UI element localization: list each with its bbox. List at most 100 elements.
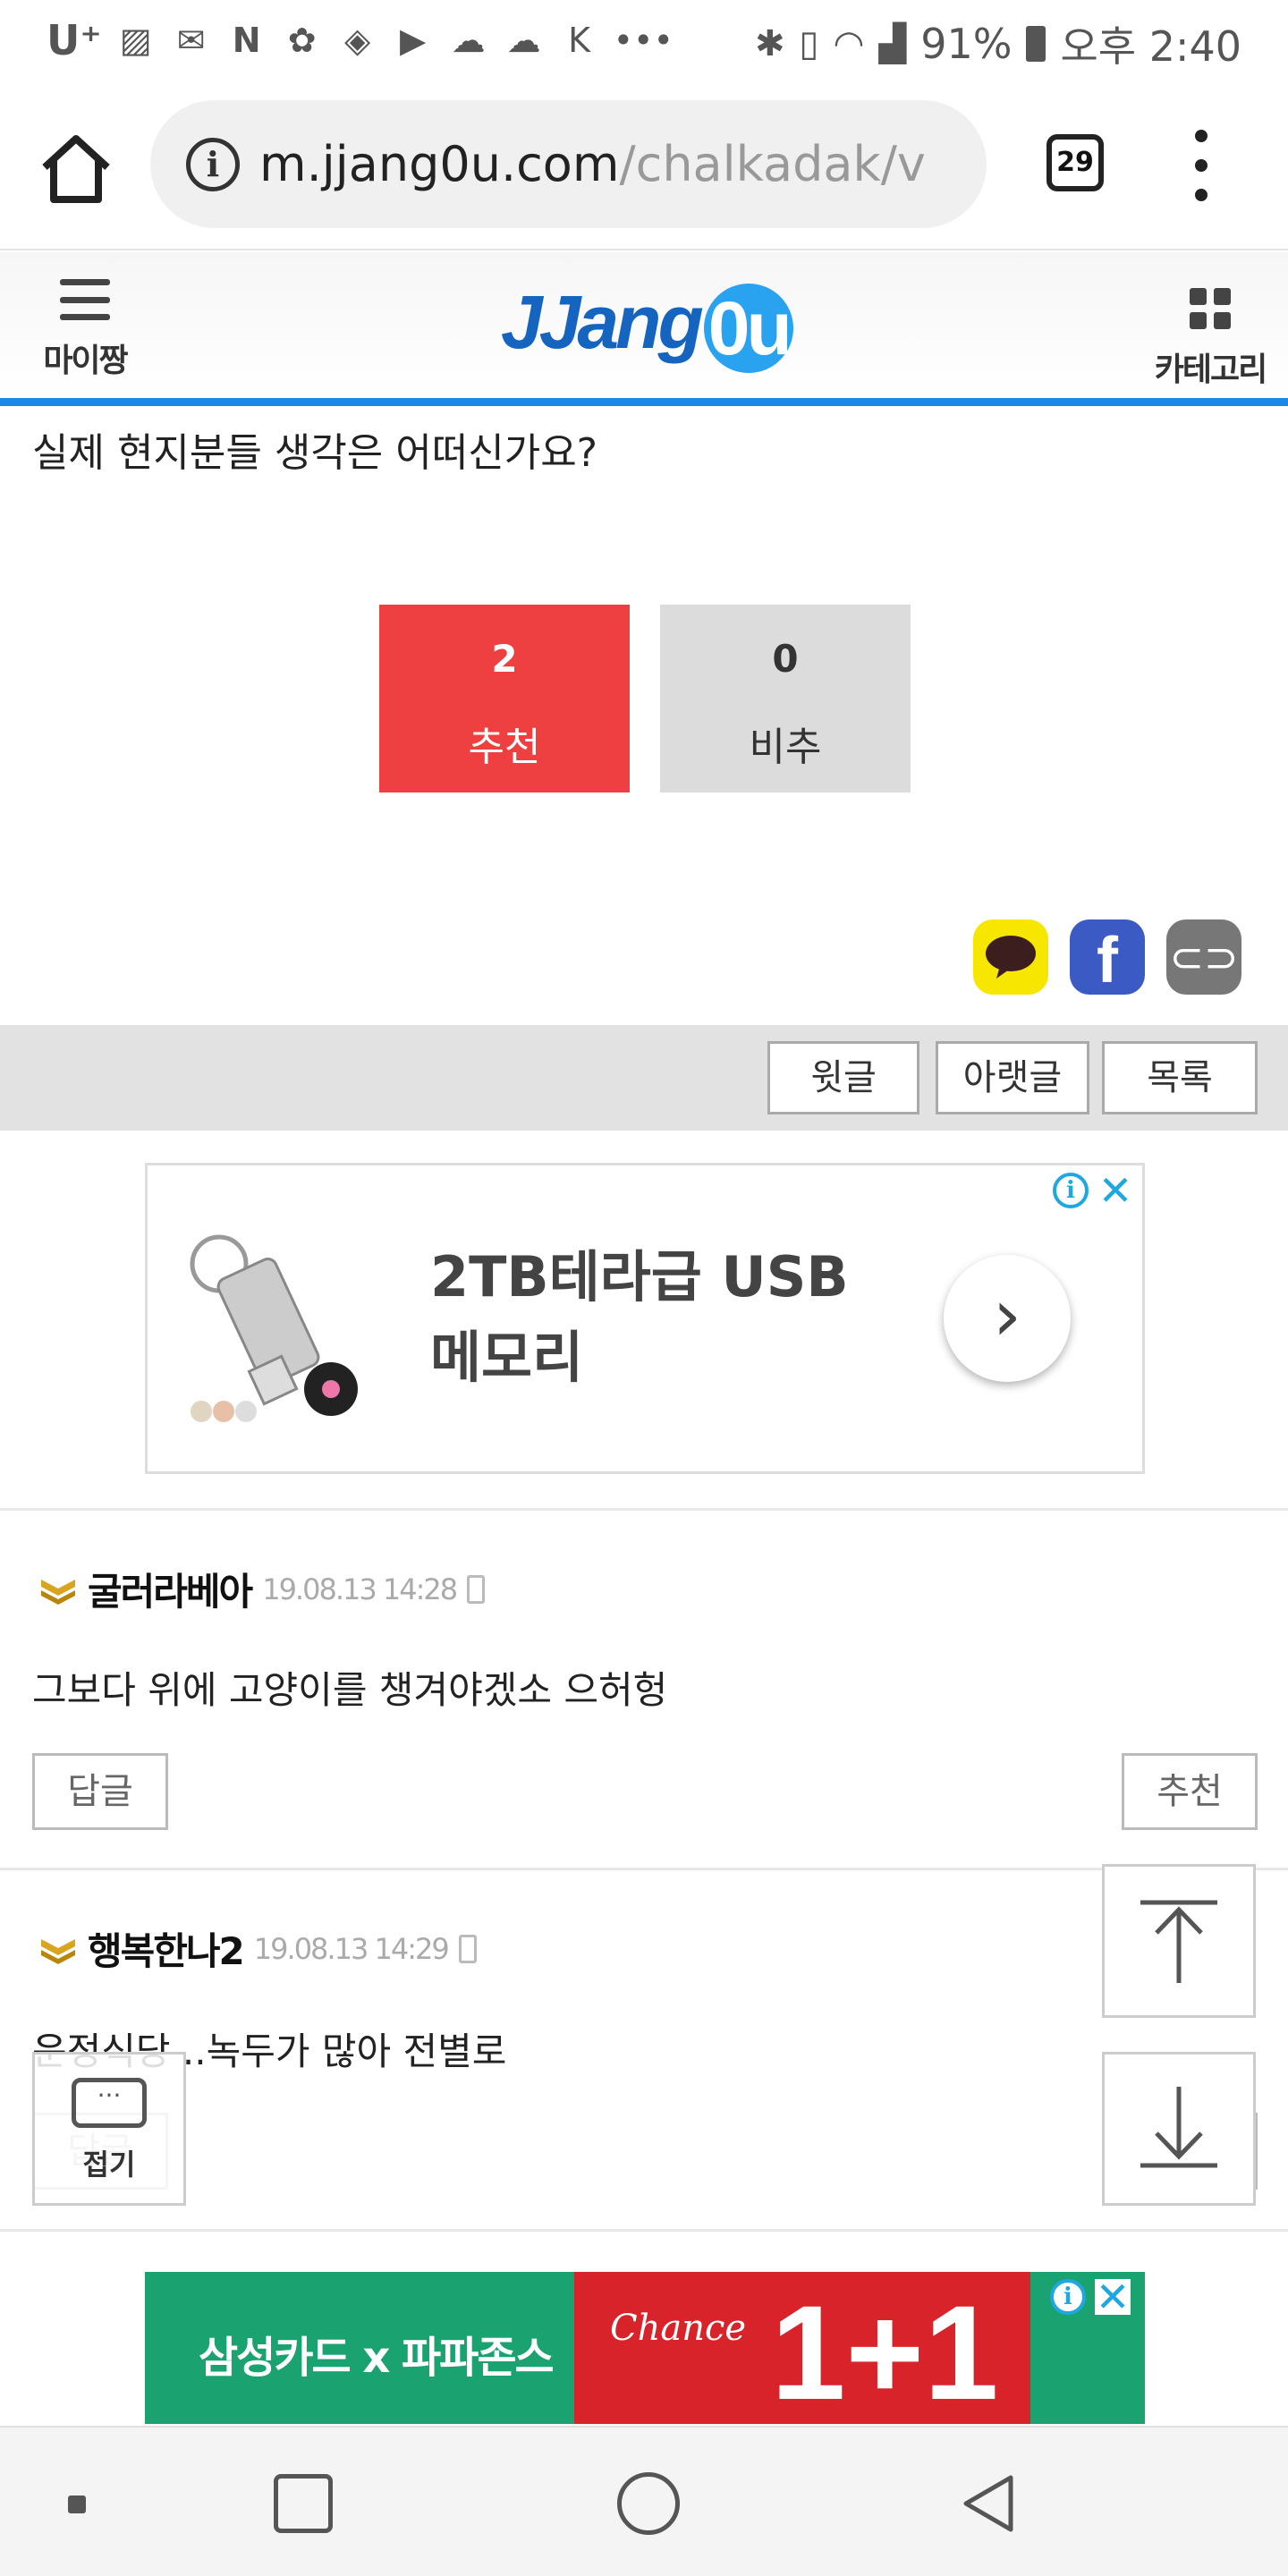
comment-header: 행복한나2 19.08.13 14:29 xyxy=(39,1921,477,1976)
site-logo[interactable]: JJang 0u xyxy=(501,279,793,373)
ad-info-icon[interactable]: i xyxy=(1053,1173,1089,1208)
post-navigation: 윗글 아랫글 목록 xyxy=(0,1025,1288,1131)
home-button[interactable] xyxy=(36,130,116,210)
ad-close-icon[interactable]: ✕ xyxy=(1097,1170,1133,1211)
address-bar[interactable]: i m.jjang0u.com/chalkadak/v xyxy=(150,100,987,228)
home-nav-button[interactable] xyxy=(617,2472,680,2535)
naver-icon: N xyxy=(232,21,261,60)
chevron-right-icon[interactable]: › xyxy=(944,1255,1071,1382)
info-icon[interactable]: i xyxy=(186,137,240,191)
list-button[interactable]: 목록 xyxy=(1102,1041,1258,1114)
next-post-button[interactable]: 아랫글 xyxy=(936,1041,1089,1114)
unrecommend-count: 0 xyxy=(772,637,799,681)
divider xyxy=(0,2229,1288,2232)
maps-icon: ◈ xyxy=(344,21,371,60)
rank-badge-icon xyxy=(41,1579,75,1605)
status-right-icons: ✱ ▯ ◠ ▟ 91% 오후 2:40 xyxy=(755,14,1241,73)
ad2-promo-panel: Chance 1+1 xyxy=(574,2272,1030,2424)
play-store-icon: ▶ xyxy=(400,21,427,60)
copy-link-button[interactable]: ⊂⊃ xyxy=(1166,919,1241,995)
menu-dot-icon xyxy=(1195,159,1208,172)
recent-apps-button[interactable] xyxy=(274,2474,333,2533)
comment-date: 19.08.13 14:29 xyxy=(253,1931,450,1966)
notification-icon: ✿ xyxy=(287,21,317,60)
menu-dot-icon xyxy=(1195,189,1208,201)
browser-menu-button[interactable] xyxy=(1185,130,1217,201)
comment-date: 19.08.13 14:28 xyxy=(262,1572,458,1606)
recommend-label: 추천 xyxy=(468,724,541,770)
ad-banner-usb[interactable]: 2TB테라급 USB 메모리 › i ✕ xyxy=(145,1163,1145,1474)
wifi-icon: ◠ xyxy=(833,23,865,64)
more-notifications-icon: ••• xyxy=(613,21,674,60)
battery-icon xyxy=(1026,26,1046,62)
url-host: m.jjang0u.com xyxy=(259,136,620,192)
my-menu-button[interactable]: 마이짱 xyxy=(36,279,134,381)
ad-banner-papajohns[interactable]: 삼성카드 x 파파존스 Chance 1+1 i ✕ xyxy=(145,2272,1145,2424)
category-label: 카테고리 xyxy=(1154,352,1267,388)
ad-headline: 2TB테라급 USB 메모리 xyxy=(430,1237,849,1398)
signal-icon: ▟ xyxy=(878,23,907,64)
kakao-bubble-icon xyxy=(986,936,1036,979)
arrow-down-icon xyxy=(1140,2087,1217,2168)
vibrate-icon: ▯ xyxy=(799,23,819,64)
article-body-text: 실제 현지분들 생각은 어떠신가요? xyxy=(32,430,598,476)
recommend-button[interactable]: 2 추천 xyxy=(379,605,630,792)
comment-recommend-button[interactable]: 추천 xyxy=(1122,1753,1258,1830)
image-icon: ▨ xyxy=(119,21,152,60)
logo-circle: 0u xyxy=(703,283,793,373)
status-bar: U⁺ ▨ ✉ N ✿ ◈ ▶ ☁ ☁ K ••• ✱ ▯ ◠ ▟ 91% 오후 … xyxy=(0,0,1288,80)
divider xyxy=(0,1508,1288,1511)
logo-text: JJang xyxy=(501,280,704,364)
scroll-top-button[interactable] xyxy=(1102,1864,1256,2018)
site-header: 마이짱 JJang 0u 카테고리 xyxy=(0,252,1288,406)
system-navigation-bar xyxy=(0,2426,1288,2576)
facebook-share-button[interactable]: f xyxy=(1070,919,1145,996)
comment-header: 굴러라베아 19.08.13 14:28 xyxy=(39,1562,486,1616)
cloud-icon: ☁ xyxy=(451,21,486,60)
comment-author[interactable]: 행복한나2 xyxy=(88,1921,245,1976)
hamburger-icon xyxy=(60,279,110,320)
ad-info-icon[interactable]: i xyxy=(1050,2279,1086,2315)
ad-close-icon[interactable]: ✕ xyxy=(1095,2276,1131,2318)
mobile-icon xyxy=(467,1574,486,1604)
clock: 오후 2:40 xyxy=(1060,22,1241,71)
usb-drive-image xyxy=(183,1210,362,1434)
ad-headline-line2: 메모리 xyxy=(430,1325,584,1390)
kakaotalk-share-button[interactable] xyxy=(973,919,1048,995)
unrecommend-label: 비추 xyxy=(749,724,822,770)
rank-badge-icon xyxy=(41,1938,75,1964)
mail-icon: ✉ xyxy=(176,21,206,60)
carrier-label: U⁺ xyxy=(47,16,102,64)
browser-toolbar: i m.jjang0u.com/chalkadak/v 29 xyxy=(0,80,1288,250)
grid-icon xyxy=(1190,288,1231,329)
prev-post-button[interactable]: 윗글 xyxy=(767,1041,919,1114)
unrecommend-button[interactable]: 0 비추 xyxy=(660,605,911,792)
bluetooth-icon: ✱ xyxy=(754,23,785,64)
comment-author[interactable]: 굴러라베아 xyxy=(88,1562,253,1616)
my-menu-label: 마이짱 xyxy=(43,343,128,379)
speech-bubble-icon: ··· xyxy=(72,2078,147,2128)
divider xyxy=(0,1868,1288,1870)
scroll-bottom-button[interactable] xyxy=(1102,2052,1256,2206)
status-left-icons: U⁺ ▨ ✉ N ✿ ◈ ▶ ☁ ☁ K ••• xyxy=(47,16,674,64)
url-path: /chalkadak/v xyxy=(619,136,926,192)
reply-button[interactable]: 답글 xyxy=(32,1753,168,1830)
ad2-chance-text: Chance xyxy=(610,2308,747,2349)
recommend-count: 2 xyxy=(491,637,518,681)
ad-headline-line1: 2TB테라급 USB xyxy=(430,1244,849,1309)
home-icon xyxy=(42,135,110,203)
arrow-up-icon xyxy=(1140,1900,1217,1983)
app-icon: K xyxy=(568,21,591,60)
cloud-icon-2: ☁ xyxy=(506,21,541,60)
comment-text: 그보다 위에 고양이를 챙겨야겠소 으허헝 xyxy=(32,1668,668,1712)
recent-dot-icon[interactable] xyxy=(68,2496,86,2513)
menu-dot-icon xyxy=(1195,130,1208,142)
fold-comments-button[interactable]: ··· 접기 xyxy=(32,2052,186,2206)
battery-percent: 91% xyxy=(920,20,1013,68)
ad2-promo-text: 1+1 xyxy=(771,2277,999,2424)
category-button[interactable]: 카테고리 xyxy=(1152,288,1268,390)
mobile-icon xyxy=(458,1934,477,1963)
tab-switcher-button[interactable]: 29 xyxy=(1046,134,1104,191)
ad2-brand-text: 삼성카드 x 파파존스 xyxy=(199,2333,555,2383)
back-button[interactable] xyxy=(957,2470,1023,2537)
